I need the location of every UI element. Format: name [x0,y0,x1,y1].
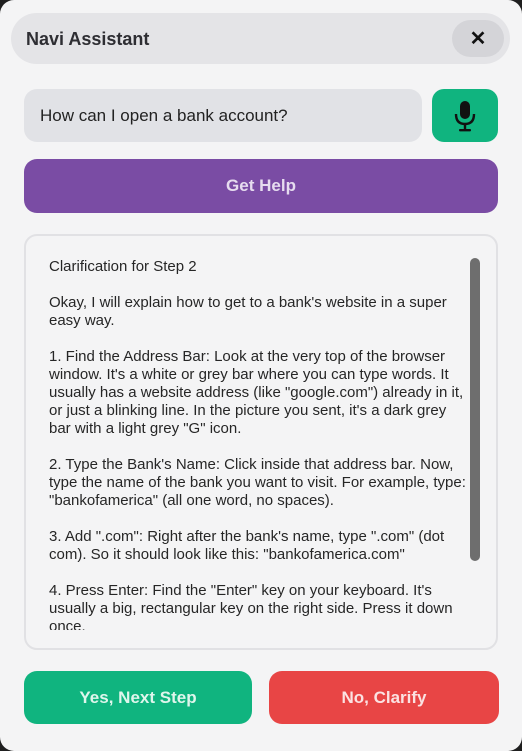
microphone-button[interactable] [432,89,498,142]
assistant-panel: Navi Assistant ✕ How can I open a bank a… [0,0,522,751]
response-paragraph: 4. Press Enter: Find the "Enter" key on … [49,582,453,630]
get-help-button[interactable]: Get Help [24,159,498,213]
yes-next-step-button[interactable]: Yes, Next Step [24,671,252,724]
response-paragraph: 1. Find the Address Bar: Look at the ver… [49,348,464,437]
response-box: Clarification for Step 2 Okay, I will ex… [24,234,498,650]
response-heading: Clarification for Step 2 [49,258,197,275]
no-clarify-button[interactable]: No, Clarify [269,671,499,724]
close-icon: ✕ [469,28,487,50]
header-bar: Navi Assistant ✕ [11,13,510,64]
response-scrollbar[interactable] [470,258,480,561]
response-paragraph: 2. Type the Bank's Name: Click inside th… [49,456,466,509]
close-button[interactable]: ✕ [452,20,504,57]
app-title: Navi Assistant [26,29,150,49]
microphone-icon [454,100,476,131]
response-paragraph: 3. Add ".com": Right after the bank's na… [49,528,445,563]
response-text: Clarification for Step 2 Okay, I will ex… [49,258,469,630]
query-input[interactable]: How can I open a bank account? [24,89,422,142]
response-paragraph: Okay, I will explain how to get to a ban… [49,294,447,329]
